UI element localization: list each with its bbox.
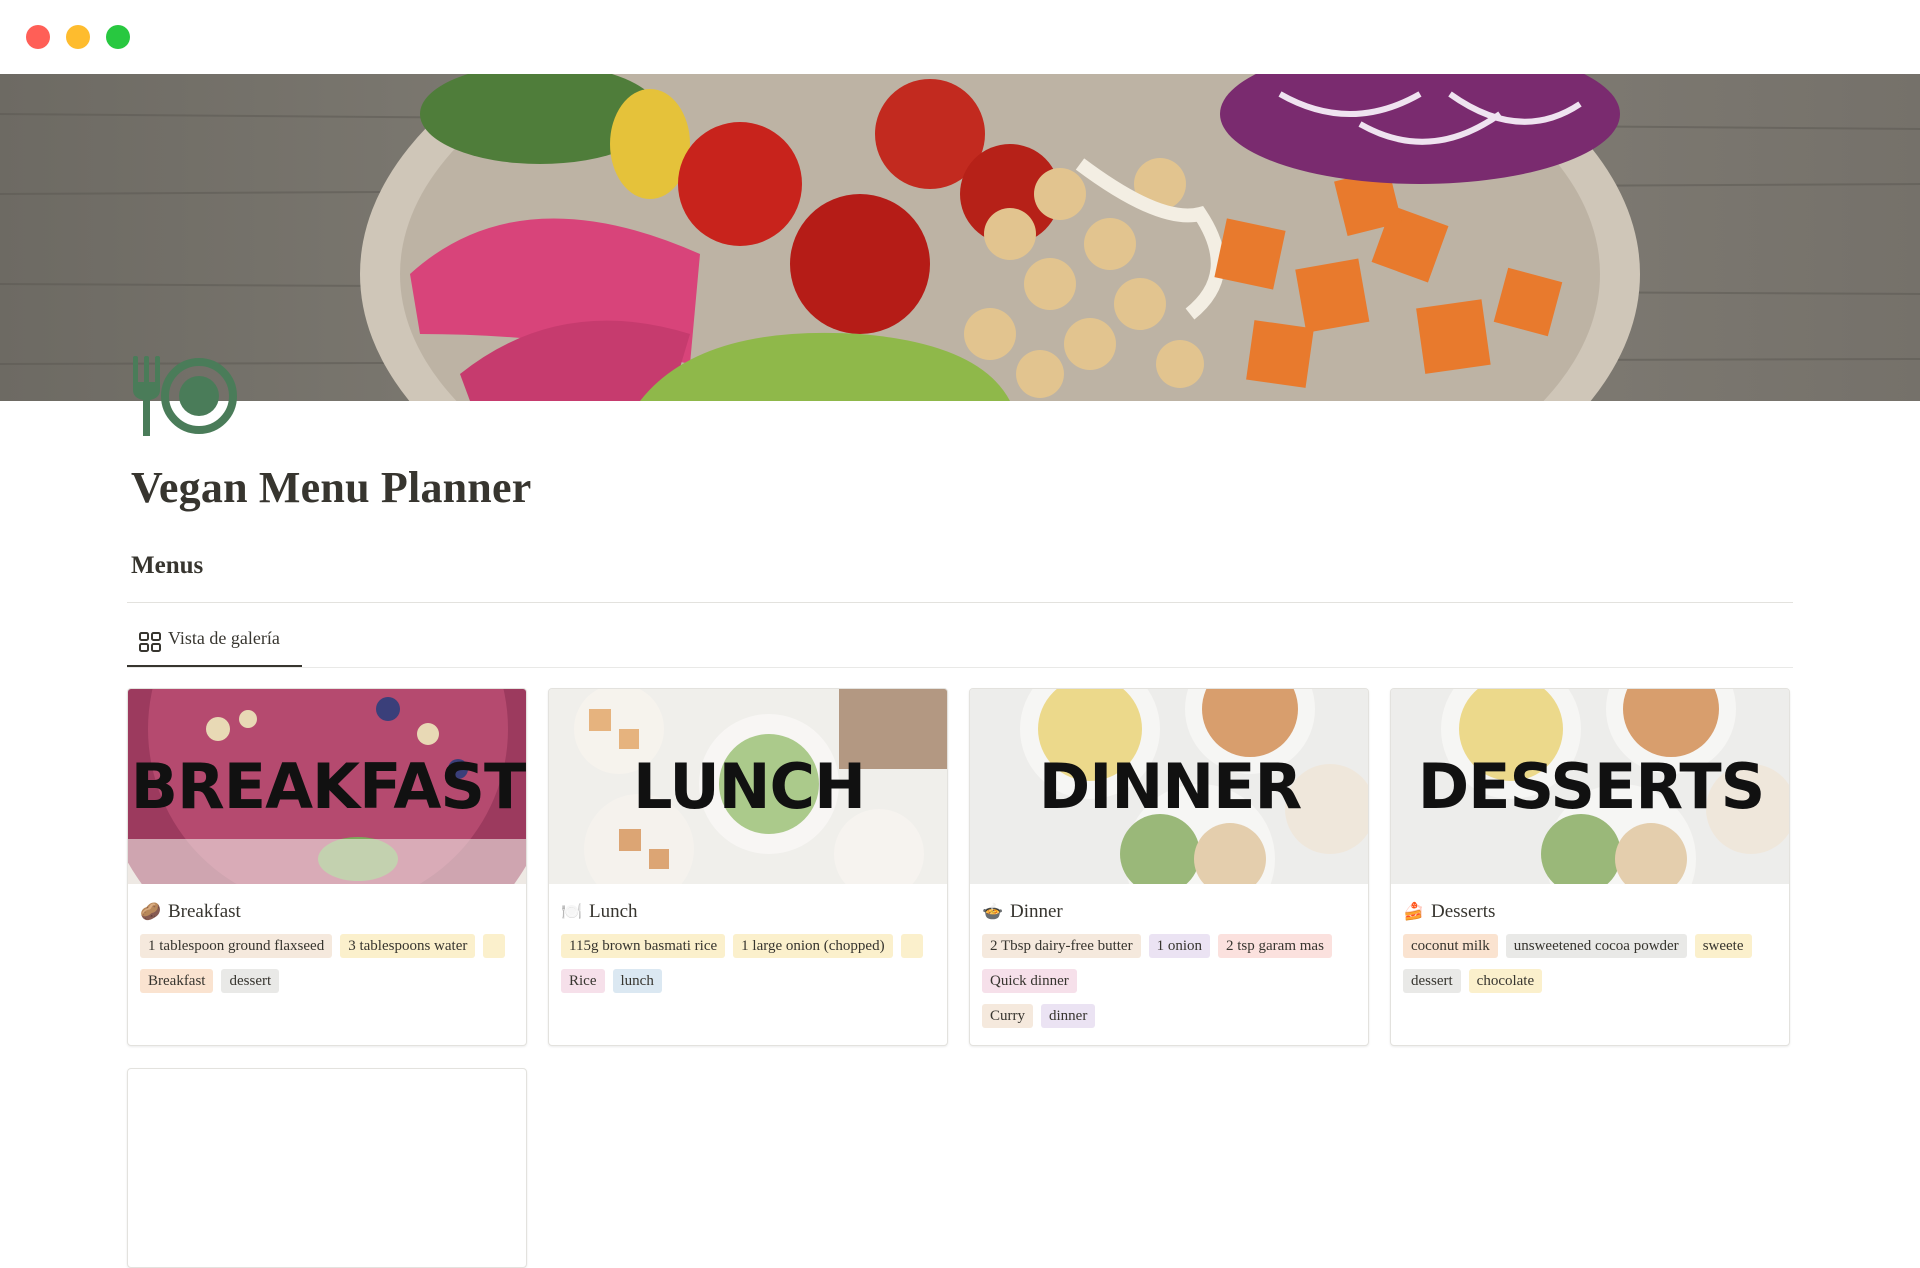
card-cover-image: DINNER: [970, 689, 1368, 884]
stew-emoji-icon: 🍲: [982, 902, 1004, 921]
card-title[interactable]: 🍽️ Lunch: [561, 899, 638, 925]
card-name: Dinner: [1010, 901, 1063, 922]
category-tags: Rice lunch: [561, 969, 947, 993]
cover-image[interactable]: [0, 74, 1920, 401]
ingredient-tag: sweete: [1694, 934, 1752, 958]
section-divider: [127, 602, 1793, 603]
category-tags: Quick dinner: [982, 969, 1368, 993]
ingredient-tag: [900, 934, 923, 958]
tabs-divider: [127, 667, 1793, 668]
cake-emoji-icon: 🍰: [1403, 902, 1425, 921]
ingredient-tag: 1 large onion (chopped): [733, 934, 893, 958]
card-cover-image: BREAKFAST: [128, 689, 526, 884]
category-tag: dessert: [221, 969, 280, 993]
close-window-button[interactable]: [26, 25, 50, 49]
ingredient-tag: 1 onion: [1148, 934, 1211, 958]
category-tag: Rice: [561, 969, 605, 993]
minimize-window-button[interactable]: [66, 25, 90, 49]
category-tag: Curry: [982, 1004, 1033, 1028]
category-tag: lunch: [612, 969, 662, 993]
section-title-menus: Menus: [131, 552, 204, 579]
card-title[interactable]: 🥔 Breakfast: [140, 899, 241, 925]
maximize-window-button[interactable]: [106, 25, 130, 49]
card-image-title: DESSERTS: [1417, 750, 1766, 823]
tab-gallery-view[interactable]: Vista de galería: [127, 622, 302, 666]
ingredients-tags: coconut milk unsweetened cocoa powder sw…: [1403, 934, 1789, 958]
gallery-card-breakfast[interactable]: BREAKFAST 🥔 Breakfast 1 tablespoon groun…: [127, 688, 527, 1046]
fork-and-plate-icon[interactable]: [131, 356, 237, 436]
card-image-title: DINNER: [1038, 750, 1302, 823]
category-tag: Breakfast: [140, 969, 214, 993]
tab-label: Vista de galería: [168, 628, 280, 648]
card-cover-image: LUNCH: [549, 689, 947, 884]
category-tags: dessert chocolate: [1403, 969, 1789, 993]
ingredient-tag: 2 tsp garam mas: [1218, 934, 1332, 958]
category-tag: chocolate: [1468, 969, 1543, 993]
ingredient-tag: [483, 934, 506, 958]
ingredients-tags: 2 Tbsp dairy-free butter 1 onion 2 tsp g…: [982, 934, 1368, 958]
card-image-title: BREAKFAST: [130, 750, 526, 823]
card-name: Lunch: [589, 901, 638, 922]
category-tags: Curry dinner: [982, 1004, 1368, 1028]
gallery-card-dinner[interactable]: DINNER 🍲 Dinner 2 Tbsp dairy-free butter…: [969, 688, 1369, 1046]
category-tag: Quick dinner: [982, 969, 1077, 993]
category-tags: Breakfast dessert: [140, 969, 526, 993]
card-name: Breakfast: [168, 901, 241, 922]
page-title: Vegan Menu Planner: [131, 463, 532, 512]
ingredient-tag: 3 tablespoons water: [340, 934, 476, 958]
card-name: Desserts: [1431, 901, 1496, 922]
ingredient-tag: 115g brown basmati rice: [561, 934, 726, 958]
ingredient-tag: unsweetened cocoa powder: [1505, 934, 1687, 958]
potato-emoji-icon: 🥔: [140, 902, 162, 921]
gallery-card-desserts[interactable]: DESSERTS 🍰 Desserts coconut milk unsweet…: [1390, 688, 1790, 1046]
gallery-card-empty[interactable]: [127, 1068, 527, 1268]
gallery-grid-icon: [139, 632, 161, 657]
ingredient-tag: 2 Tbsp dairy-free butter: [982, 934, 1141, 958]
ingredients-tags: 1 tablespoon ground flaxseed 3 tablespoo…: [140, 934, 526, 958]
ingredient-tag: coconut milk: [1403, 934, 1498, 958]
card-image-title: LUNCH: [633, 750, 866, 823]
plate-emoji-icon: 🍽️: [561, 902, 583, 921]
card-title[interactable]: 🍲 Dinner: [982, 899, 1063, 925]
card-cover-image: DESSERTS: [1391, 689, 1789, 884]
window-titlebar: [0, 0, 1920, 74]
ingredient-tag: 1 tablespoon ground flaxseed: [140, 934, 333, 958]
category-tag: dessert: [1403, 969, 1461, 993]
gallery-card-lunch[interactable]: LUNCH 🍽️ Lunch 115g brown basmati rice 1…: [548, 688, 948, 1046]
ingredients-tags: 115g brown basmati rice 1 large onion (c…: [561, 934, 947, 958]
category-tag: dinner: [1041, 1004, 1096, 1028]
card-title[interactable]: 🍰 Desserts: [1403, 899, 1495, 925]
